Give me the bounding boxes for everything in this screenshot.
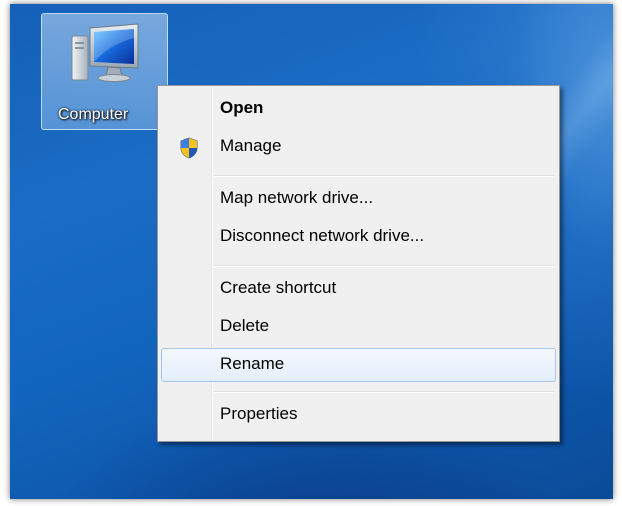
- menu-item-label: Rename: [220, 354, 285, 373]
- menu-item-label: Map network drive...: [220, 188, 374, 207]
- desktop[interactable]: Computer Open Manage Map network drive..…: [10, 4, 613, 499]
- desktop-icon-computer[interactable]: Computer: [41, 13, 168, 130]
- menu-item-create-shortcut[interactable]: Create shortcut: [161, 272, 556, 306]
- uac-shield-icon: [180, 137, 198, 159]
- menu-item-label: Disconnect network drive...: [220, 226, 425, 245]
- menu-item-label: Manage: [220, 136, 282, 155]
- menu-item-manage[interactable]: Manage: [161, 130, 556, 164]
- menu-item-delete[interactable]: Delete: [161, 310, 556, 344]
- context-menu: Open Manage Map network drive... Disconn…: [157, 85, 560, 442]
- computer-monitor-icon: [71, 23, 139, 82]
- menu-separator: [214, 175, 554, 177]
- menu-item-properties[interactable]: Properties: [161, 398, 556, 432]
- menu-item-label: Delete: [220, 316, 270, 335]
- menu-item-disconnect-network-drive[interactable]: Disconnect network drive...: [161, 220, 556, 254]
- screenshot-frame: Computer Open Manage Map network drive..…: [0, 0, 622, 506]
- menu-item-rename[interactable]: Rename: [161, 348, 556, 382]
- menu-item-label: Properties: [220, 404, 298, 423]
- menu-separator: [214, 391, 554, 393]
- menu-item-map-network-drive[interactable]: Map network drive...: [161, 182, 556, 216]
- menu-item-open[interactable]: Open: [161, 92, 556, 126]
- menu-item-label: Open: [220, 98, 264, 117]
- menu-separator: [214, 265, 554, 267]
- menu-item-label: Create shortcut: [220, 278, 337, 297]
- desktop-icon-label: Computer: [58, 106, 129, 123]
